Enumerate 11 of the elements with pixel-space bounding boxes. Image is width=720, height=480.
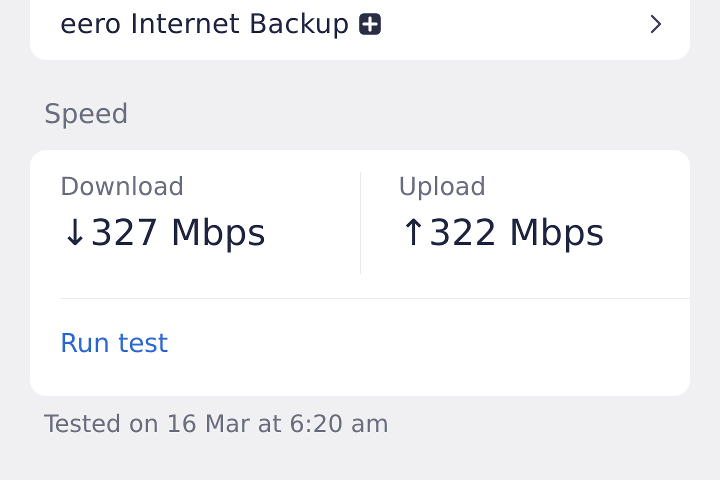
section-heading: Speed [44,98,130,132]
download-label: Download [60,172,186,201]
chevron-right-icon [650,14,662,34]
run-test-link[interactable]: Run test [60,329,168,359]
test-timestamp: Tested on 16 Mar at 6:20 am [44,410,390,438]
plus-icon [358,12,382,36]
download-speed: ↓327 Mbps [60,213,267,254]
backup-label: eero Internet Backup [60,8,350,40]
backup-row[interactable]: eero Internet Backup [30,0,690,60]
upload-speed: ↑322 Mbps [398,213,606,254]
upload-label: Upload [398,172,488,201]
